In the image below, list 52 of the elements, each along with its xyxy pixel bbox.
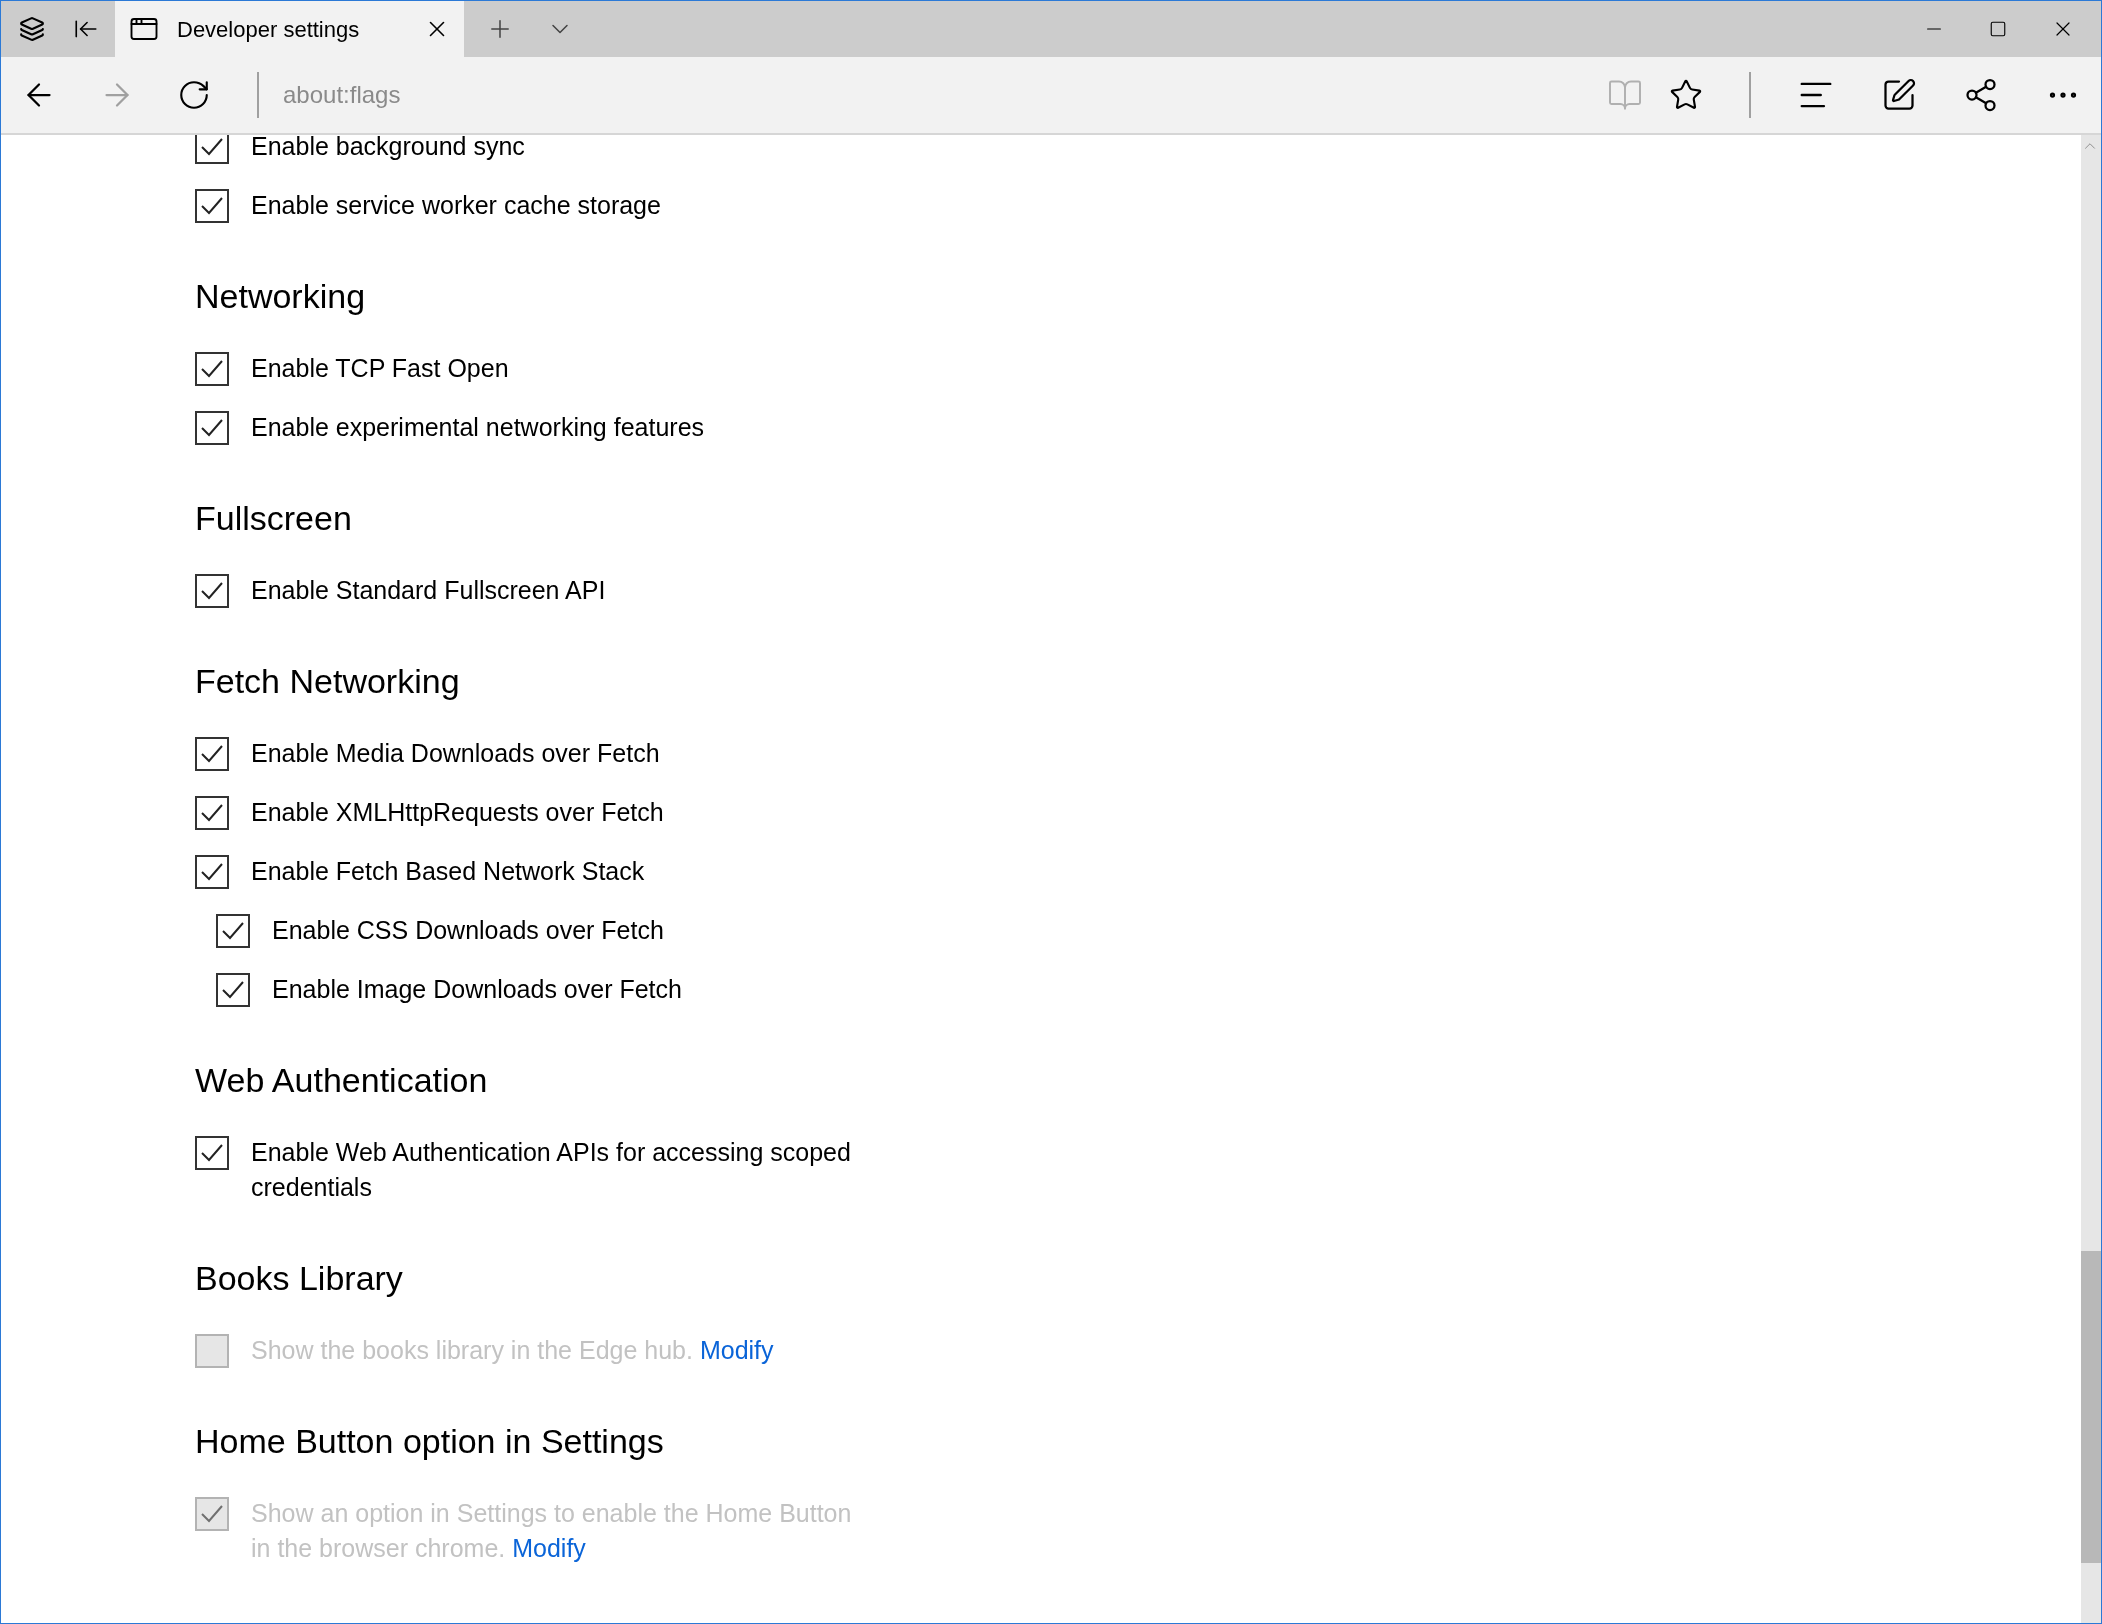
section-heading: Web Authentication — [195, 1060, 489, 1101]
option-label: Enable Fetch Based Network Stack — [251, 856, 646, 887]
option-label: Enable experimental networking features — [251, 412, 706, 443]
option-label: Enable Web Authentication APIs for accessing scoped credentials — [251, 1137, 852, 1203]
option-label: Enable background sync — [251, 135, 526, 162]
checkmark-icon — [200, 803, 224, 823]
option-label: Enable TCP Fast Open — [251, 353, 510, 384]
checkbox[interactable] — [195, 352, 229, 386]
option-label: Enable Standard Fullscreen API — [251, 575, 607, 606]
checkbox[interactable] — [195, 737, 229, 771]
browser-tab[interactable]: Developer settings — [115, 1, 464, 57]
checkbox[interactable] — [195, 189, 229, 223]
pen-note-icon[interactable] — [1881, 77, 1917, 113]
share-icon[interactable] — [1963, 77, 1999, 113]
section-heading: Fullscreen — [195, 498, 353, 539]
option-label: Enable Image Downloads over Fetch — [272, 974, 683, 1005]
checkmark-icon — [200, 581, 224, 601]
checkmark-icon — [200, 744, 224, 764]
checkbox[interactable] — [195, 796, 229, 830]
checkbox[interactable] — [216, 914, 250, 948]
checkbox[interactable] — [195, 855, 229, 889]
section-heading: Fetch Networking — [195, 661, 461, 702]
maximize-icon[interactable] — [1989, 20, 2007, 38]
section-heading: Networking — [195, 276, 367, 317]
checkmark-icon — [200, 137, 224, 157]
option-label: Show an option in Settings to enable the Home Button in the browser chrome. Modify — [251, 1498, 853, 1564]
option-label: Enable CSS Downloads over Fetch — [272, 915, 665, 946]
checkbox[interactable] — [195, 411, 229, 445]
checkbox[interactable] — [195, 135, 229, 164]
checkbox[interactable] — [216, 973, 250, 1007]
option-label: Enable Media Downloads over Fetch — [251, 738, 661, 769]
checkbox[interactable] — [195, 574, 229, 608]
checkmark-icon — [200, 418, 224, 438]
option-label: Enable service worker cache storage — [251, 190, 662, 221]
checkmark-icon — [200, 196, 224, 216]
checkmark-icon — [221, 921, 245, 941]
scrollbar-thumb[interactable] — [2081, 1251, 2101, 1563]
section-heading: Home Button option in Settings — [195, 1421, 665, 1462]
checkmark-icon — [221, 980, 245, 1000]
tabs-icon[interactable] — [19, 16, 45, 42]
checkbox[interactable] — [195, 1136, 229, 1170]
checkmark-icon — [200, 359, 224, 379]
scrollbar[interactable] — [2081, 135, 2101, 1623]
star-icon[interactable] — [1669, 78, 1703, 112]
checkmark-icon — [200, 1504, 224, 1524]
tab-title: Developer settings — [177, 15, 361, 44]
checkmark-icon — [200, 862, 224, 882]
section-heading: Books Library — [195, 1258, 404, 1299]
refresh-icon[interactable] — [177, 78, 211, 112]
option-label: Show the books library in the Edge hub. Modify — [251, 1335, 775, 1366]
checkmark-icon — [200, 1143, 224, 1163]
option-label: Enable XMLHttpRequests over Fetch — [251, 797, 665, 828]
